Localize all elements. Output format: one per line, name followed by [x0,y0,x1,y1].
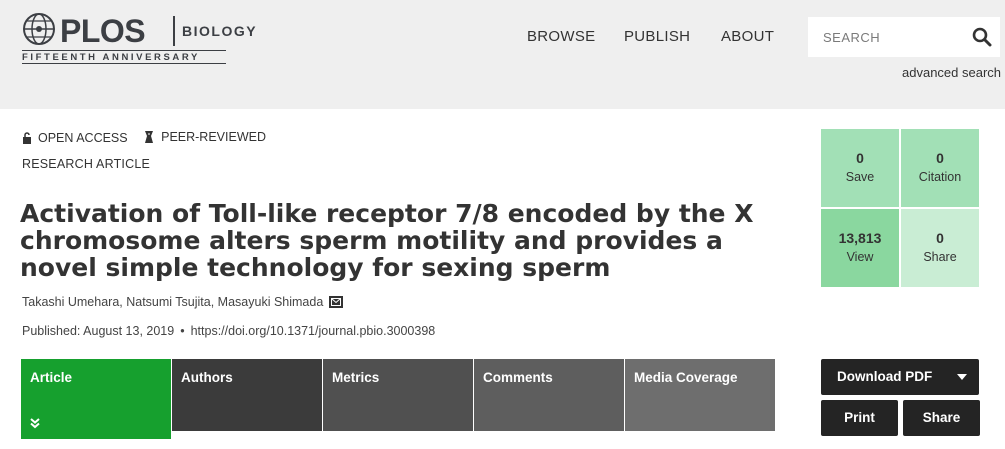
metric-citation-value: 0 [936,150,944,166]
tab-authors-label: Authors [181,370,233,385]
caret-down-icon[interactable] [957,374,967,380]
search-input[interactable] [808,17,958,57]
search-box [808,17,1000,57]
article-badges: OPEN ACCESS PEER-REVIEWED [22,130,278,147]
anniversary-tagline: FIFTEENTH ANNIVERSARY [22,50,226,64]
metric-save-label: Save [845,170,875,184]
article-type: RESEARCH ARTICLE [22,157,151,171]
metric-share[interactable]: 0 Share [901,209,979,287]
open-access-badge[interactable]: OPEN ACCESS [22,131,128,145]
peer-reviewed-label: PEER-REVIEWED [161,130,266,144]
nav-browse[interactable]: BROWSE [527,28,595,45]
metric-save[interactable]: 0 Save [821,129,899,207]
metric-view-value: 13,813 [838,230,882,246]
search-icon[interactable] [972,27,992,47]
metric-citation-label: Citation [918,170,962,184]
metric-share-value: 0 [936,230,944,246]
tab-authors[interactable]: Authors [172,359,322,431]
metric-save-value: 0 [856,150,864,166]
share-button[interactable]: Share [903,400,980,436]
nav-about[interactable]: ABOUT [721,28,774,45]
logo-wordmark: PLOS [60,13,146,49]
download-pdf-label: Download PDF [837,369,933,384]
nav-publish[interactable]: PUBLISH [624,28,690,45]
chevron-down-icon [30,418,40,429]
globe-icon [23,13,55,45]
open-access-label: OPEN ACCESS [38,131,128,145]
advanced-search-link[interactable]: advanced search [902,65,1001,80]
journal-name: BIOLOGY [182,23,258,39]
tab-article-label: Article [30,370,73,385]
published-date: Published: August 13, 2019 [22,324,175,338]
tab-article[interactable]: Article [21,359,171,439]
metric-share-label: Share [923,250,957,264]
article-tabs: Article Authors Metrics Comments Media C… [21,359,776,439]
plos-biology-logo[interactable]: PLOS BIOLOGY FIFTEENTH ANNIVERSARY [22,10,256,66]
tab-comments[interactable]: Comments [474,359,624,431]
publication-info: Published: August 13, 2019 • https://doi.o… [22,324,435,338]
logo-divider [173,16,175,46]
print-button[interactable]: Print [821,400,898,436]
lock-icon [23,132,31,144]
article-title: Activation of Toll-like receptor 7/8 enc… [20,199,754,282]
tab-metrics-label: Metrics [332,370,380,385]
peer-reviewed-badge[interactable]: PEER-REVIEWED [143,130,266,144]
site-header: PLOS BIOLOGY FIFTEENTH ANNIVERSARY BROWS… [0,0,1005,109]
metric-citation[interactable]: 0 Citation [901,129,979,207]
doi-link[interactable]: https://doi.org/10.1371/journal.pbio.300… [191,324,436,338]
tab-comments-label: Comments [483,370,553,385]
tab-metrics[interactable]: Metrics [323,359,473,431]
metric-view-label: View [846,250,874,264]
article-metrics: 0 Save 0 Citation 13,813 View 0 Share [821,129,980,287]
metric-view[interactable]: 13,813 View [821,209,899,287]
author-list: Takashi Umehara, Natsumi Tsujita, Masayu… [22,295,344,309]
authors-text[interactable]: Takashi Umehara, Natsumi Tsujita, Masayu… [22,295,323,309]
peer-review-icon [145,131,154,143]
tab-media-coverage-label: Media Coverage [634,370,738,385]
tab-media-coverage[interactable]: Media Coverage [625,359,775,431]
separator-dot: • [180,324,185,338]
mail-icon[interactable] [329,296,344,308]
download-pdf-button[interactable]: Download PDF [821,359,979,395]
